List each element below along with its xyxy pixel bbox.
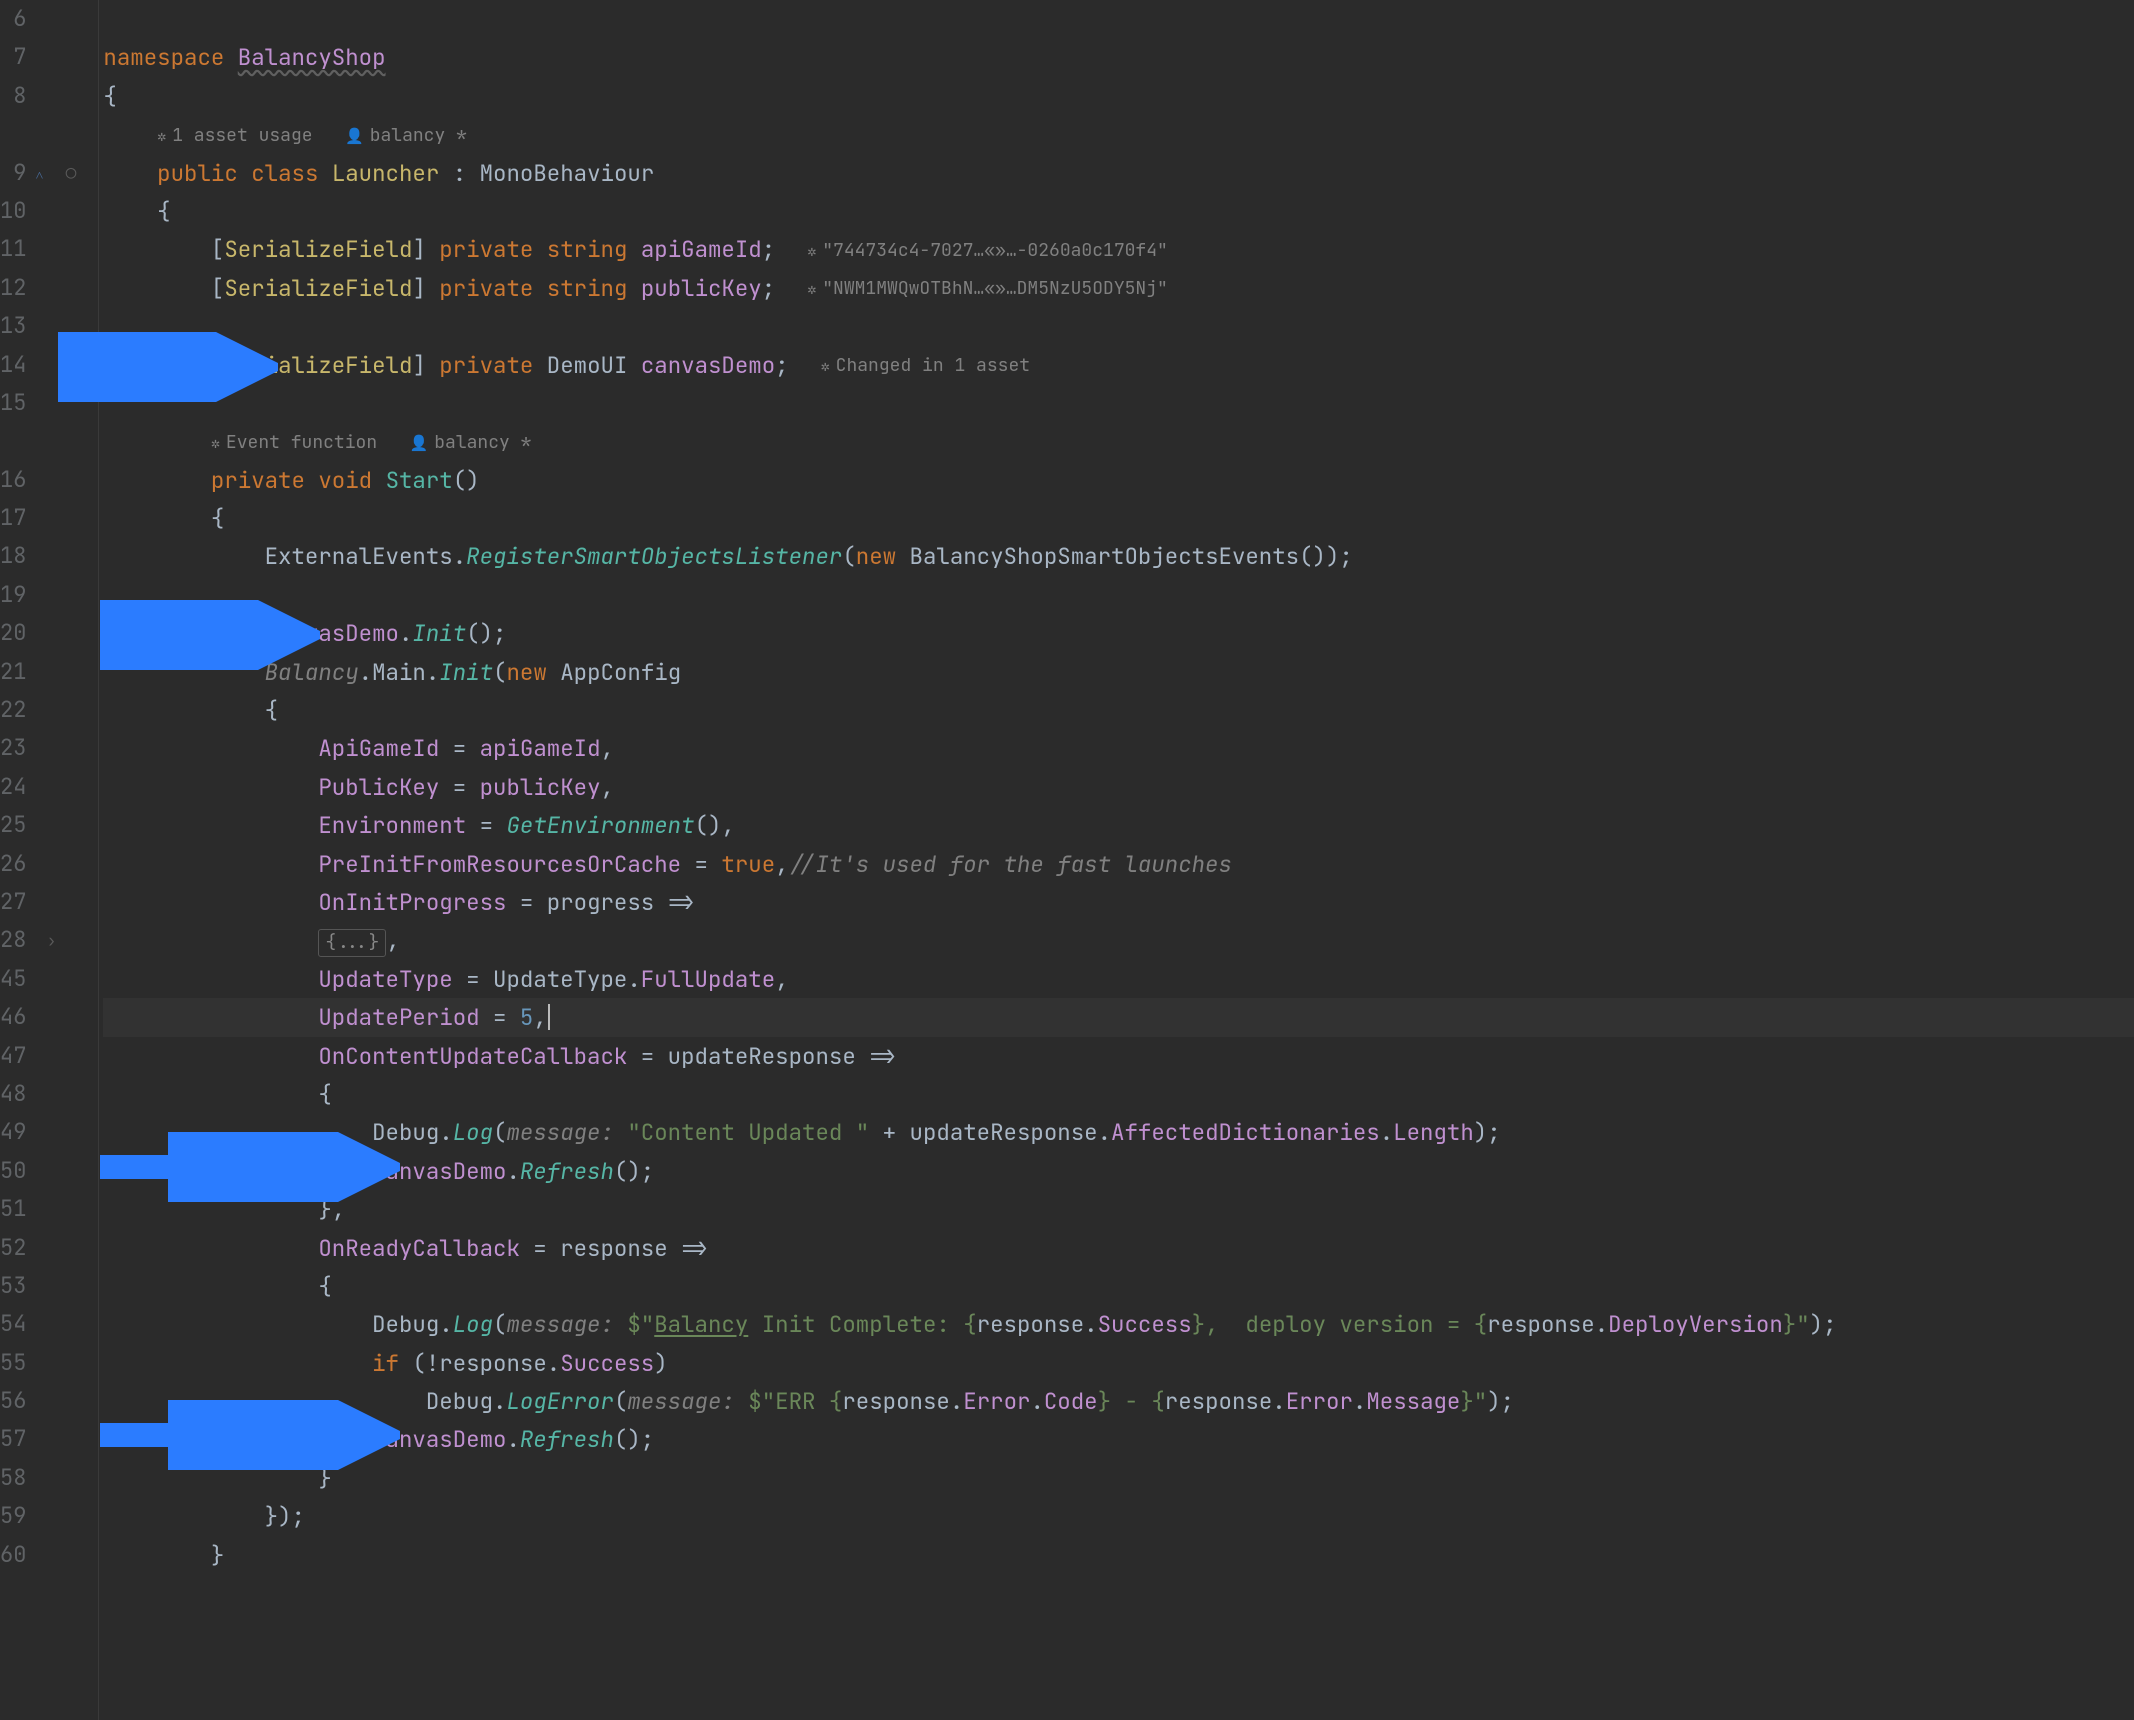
code-line[interactable]: ApiGameId = apiGameId, bbox=[103, 729, 2134, 767]
folded-region[interactable]: {...} bbox=[318, 929, 386, 957]
code-line[interactable]: { bbox=[103, 499, 2134, 537]
line-number[interactable]: 17 bbox=[0, 499, 82, 537]
line-number[interactable]: 49 bbox=[0, 1113, 82, 1151]
inlay-hint[interactable]: ✲1 asset usage 👤balancy * bbox=[103, 115, 2134, 153]
line-number[interactable]: 19 bbox=[0, 576, 82, 614]
line-number[interactable]: 15 bbox=[0, 384, 82, 422]
line-number[interactable]: 12 bbox=[0, 269, 82, 307]
code-line[interactable]: Debug.LogError(message: $"ERR {response.… bbox=[103, 1382, 2134, 1420]
line-number[interactable]: 45 bbox=[0, 960, 82, 998]
user-icon: 👤 bbox=[410, 433, 429, 453]
line-number[interactable]: 11 bbox=[0, 230, 82, 268]
code-line[interactable]: PreInitFromResourcesOrCache = true,//It'… bbox=[103, 845, 2134, 883]
line-number[interactable]: 52 bbox=[0, 1229, 82, 1267]
code-line[interactable]: PublicKey = publicKey, bbox=[103, 768, 2134, 806]
code-line[interactable]: private void Start() bbox=[103, 461, 2134, 499]
line-number[interactable]: 48 bbox=[0, 1075, 82, 1113]
code-line[interactable]: OnInitProgress = progress => bbox=[103, 883, 2134, 921]
code-line[interactable]: public class Launcher : MonoBehaviour bbox=[103, 154, 2134, 192]
line-number[interactable]: 28› bbox=[0, 921, 82, 959]
line-number[interactable]: 6 bbox=[0, 0, 82, 38]
line-number[interactable]: 26 bbox=[0, 845, 82, 883]
line-number[interactable]: 27 bbox=[0, 883, 82, 921]
line-number[interactable]: 21 bbox=[0, 653, 82, 691]
code-line[interactable] bbox=[103, 384, 2134, 422]
code-line[interactable]: namespace BalancyShop bbox=[103, 38, 2134, 76]
line-number[interactable]: 59 bbox=[0, 1497, 82, 1535]
line-number[interactable]: 10 bbox=[0, 192, 82, 230]
code-area[interactable]: namespace BalancyShop { ✲1 asset usage 👤… bbox=[99, 0, 2134, 1720]
line-number[interactable]: 22 bbox=[0, 691, 82, 729]
code-line[interactable]: canvasDemo.Refresh(); bbox=[103, 1152, 2134, 1190]
inlay-hint[interactable]: ✲Event function 👤balancy * bbox=[103, 422, 2134, 460]
code-line[interactable] bbox=[103, 576, 2134, 614]
line-number[interactable]: 18 bbox=[0, 537, 82, 575]
code-line[interactable]: canvasDemo.Init(); bbox=[103, 614, 2134, 652]
editor-root: 6 7 8 9˄○ 10 11 12 13 14 15 16 17 18 19 … bbox=[0, 0, 2134, 1720]
annotation-spacer bbox=[0, 422, 82, 460]
code-line[interactable]: Environment = GetEnvironment(), bbox=[103, 806, 2134, 844]
code-line[interactable]: Balancy.Main.Init(new AppConfig bbox=[103, 653, 2134, 691]
code-line[interactable]: Debug.Log(message: $"Balancy Init Comple… bbox=[103, 1305, 2134, 1343]
line-number[interactable]: 50 bbox=[0, 1152, 82, 1190]
line-number[interactable]: 13 bbox=[0, 307, 82, 345]
code-line[interactable]: canvasDemo.Refresh(); bbox=[103, 1420, 2134, 1458]
line-number[interactable]: 7 bbox=[0, 38, 82, 76]
code-line[interactable]: [SerializeField] private string publicKe… bbox=[103, 269, 2134, 307]
line-number[interactable]: 14 bbox=[0, 346, 82, 384]
code-line[interactable]: }); bbox=[103, 1497, 2134, 1535]
code-line[interactable]: } bbox=[103, 1536, 2134, 1574]
line-number[interactable]: 24 bbox=[0, 768, 82, 806]
line-number[interactable]: 46 bbox=[0, 998, 82, 1036]
line-number[interactable]: 60 bbox=[0, 1536, 82, 1574]
line-number[interactable]: 53 bbox=[0, 1267, 82, 1305]
line-number[interactable]: 16 bbox=[0, 461, 82, 499]
code-line[interactable]: [SerializeField] private string apiGameI… bbox=[103, 230, 2134, 268]
line-number[interactable]: 57 bbox=[0, 1420, 82, 1458]
code-line[interactable]: [SerializeField] private DemoUI canvasDe… bbox=[103, 346, 2134, 384]
unity-icon: ✲ bbox=[211, 433, 220, 453]
line-number[interactable]: 51 bbox=[0, 1190, 82, 1228]
code-line[interactable]: UpdateType = UpdateType.FullUpdate, bbox=[103, 960, 2134, 998]
code-line[interactable]: ExternalEvents.RegisterSmartObjectsListe… bbox=[103, 537, 2134, 575]
code-line[interactable]: }, bbox=[103, 1190, 2134, 1228]
code-line[interactable]: { bbox=[103, 1267, 2134, 1305]
line-number[interactable]: 23 bbox=[0, 729, 82, 767]
annotation-spacer bbox=[0, 115, 82, 153]
code-line[interactable] bbox=[103, 0, 2134, 38]
code-line[interactable]: { bbox=[103, 192, 2134, 230]
code-line[interactable]: { bbox=[103, 77, 2134, 115]
gutter: 6 7 8 9˄○ 10 11 12 13 14 15 16 17 18 19 … bbox=[0, 0, 99, 1720]
fold-expand-icon[interactable]: › bbox=[47, 921, 57, 959]
line-number[interactable]: 54 bbox=[0, 1305, 82, 1343]
line-number[interactable]: 58 bbox=[0, 1459, 82, 1497]
line-number[interactable]: 9˄○ bbox=[0, 154, 82, 192]
line-number[interactable]: 20 bbox=[0, 614, 82, 652]
code-line-current[interactable]: UpdatePeriod = 5, bbox=[103, 998, 2134, 1036]
user-icon: 👤 bbox=[345, 126, 364, 146]
code-line[interactable]: OnContentUpdateCallback = updateResponse… bbox=[103, 1037, 2134, 1075]
code-line[interactable] bbox=[103, 307, 2134, 345]
unity-icon: ✲ bbox=[157, 126, 166, 146]
unity-icon: ✲ bbox=[821, 356, 830, 376]
caret-up-icon: ˄ bbox=[36, 157, 44, 195]
code-line[interactable]: Debug.Log(message: "Content Updated " + … bbox=[103, 1113, 2134, 1151]
line-number[interactable]: 25 bbox=[0, 806, 82, 844]
line-number[interactable]: 47 bbox=[0, 1037, 82, 1075]
breakpoint-icon[interactable]: ○ bbox=[66, 154, 77, 192]
line-number[interactable]: 8 bbox=[0, 77, 82, 115]
unity-icon: ✲ bbox=[807, 279, 816, 299]
code-line[interactable]: if (!response.Success) bbox=[103, 1344, 2134, 1382]
code-line[interactable]: } bbox=[103, 1459, 2134, 1497]
unity-icon: ✲ bbox=[807, 241, 816, 261]
code-line[interactable]: {...}, bbox=[103, 921, 2134, 959]
line-number[interactable]: 55 bbox=[0, 1344, 82, 1382]
text-cursor bbox=[548, 1004, 550, 1030]
code-line[interactable]: { bbox=[103, 691, 2134, 729]
code-line[interactable]: OnReadyCallback = response => bbox=[103, 1229, 2134, 1267]
code-line[interactable]: { bbox=[103, 1075, 2134, 1113]
line-number[interactable]: 56 bbox=[0, 1382, 82, 1420]
